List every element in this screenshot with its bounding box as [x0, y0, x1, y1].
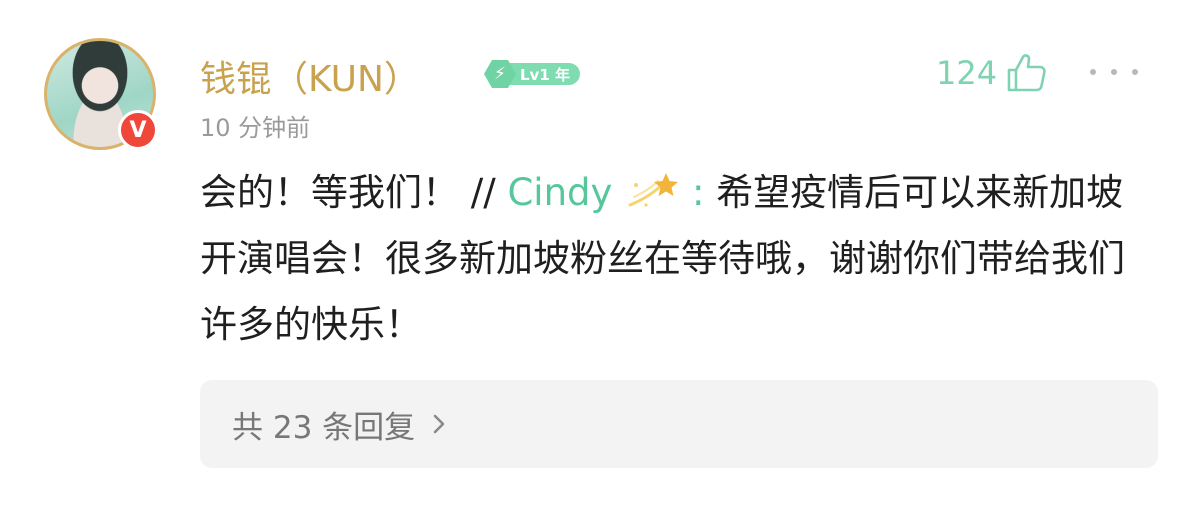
reply-text: 会的！等我们！ [200, 171, 471, 214]
mention-link[interactable]: Cindy [507, 171, 612, 214]
more-dot-icon [1111, 69, 1117, 75]
timestamp: 10 分钟前 [200, 114, 311, 142]
comment-card: V 钱锟（KUN） ⚡ Lv1 年 10 分钟前 124 会的！等我们！ // … [0, 0, 1200, 511]
like-count: 124 [936, 54, 998, 92]
replies-count-label: 共 23 条回复 [232, 409, 416, 446]
repost-separator: // [470, 171, 496, 214]
comment-text: 会的！等我们！ // Cindy : 希望疫情后可以来新加坡开演唱会！很多新加坡… [200, 160, 1160, 358]
more-dot-icon [1090, 69, 1096, 75]
dizzy-star-icon [628, 173, 679, 207]
verified-badge-icon: V [118, 110, 158, 150]
more-dot-icon [1132, 69, 1138, 75]
chevron-right-icon [433, 414, 445, 434]
username[interactable]: 钱锟（KUN） [200, 50, 420, 102]
avatar[interactable]: V [44, 38, 158, 150]
mention-colon: : [691, 171, 705, 214]
thumbs-up-icon [1007, 54, 1046, 92]
level-badge: ⚡ Lv1 年 [484, 60, 580, 88]
like-button[interactable]: 124 [936, 48, 1049, 98]
view-replies-button[interactable]: 共 23 条回复 [200, 380, 1158, 468]
level-label: Lv1 年 [508, 63, 580, 85]
more-options-button[interactable] [1090, 60, 1138, 84]
